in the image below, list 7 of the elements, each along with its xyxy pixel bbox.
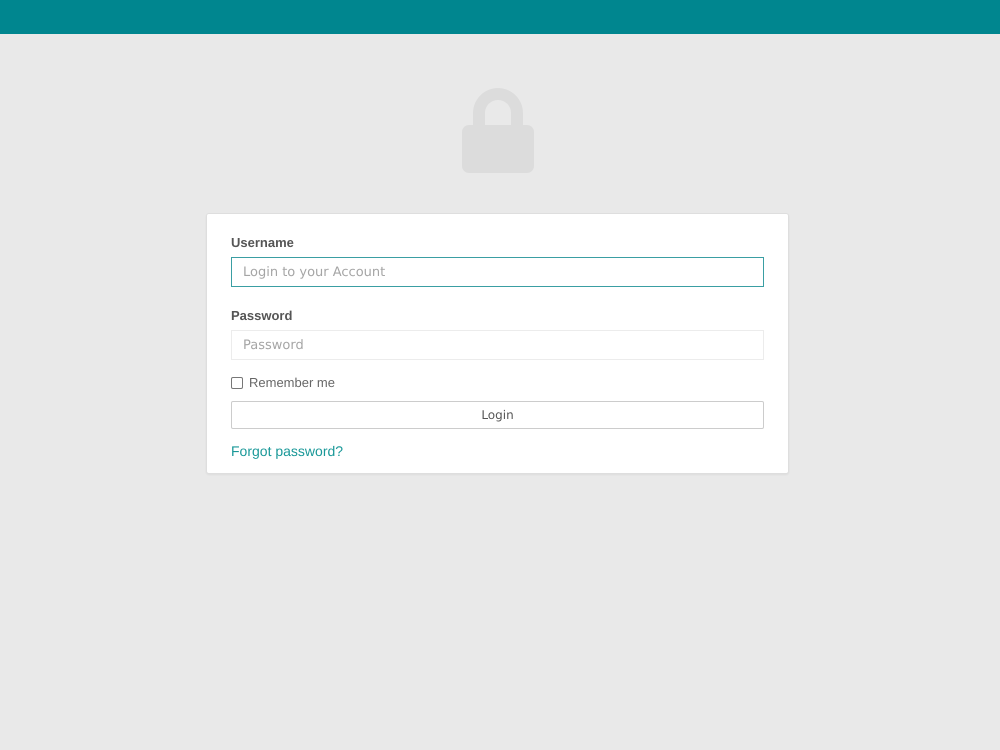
forgot-password-link[interactable]: Forgot password?: [231, 442, 344, 460]
field-label: Password: [231, 308, 294, 324]
input-field[interactable]: Login to your Account: [231, 257, 764, 287]
remember-me-label: Remember me: [249, 375, 335, 391]
field-label: Username: [231, 235, 295, 251]
login-button[interactable]: Login: [231, 401, 764, 429]
checkbox[interactable]: [231, 377, 243, 389]
